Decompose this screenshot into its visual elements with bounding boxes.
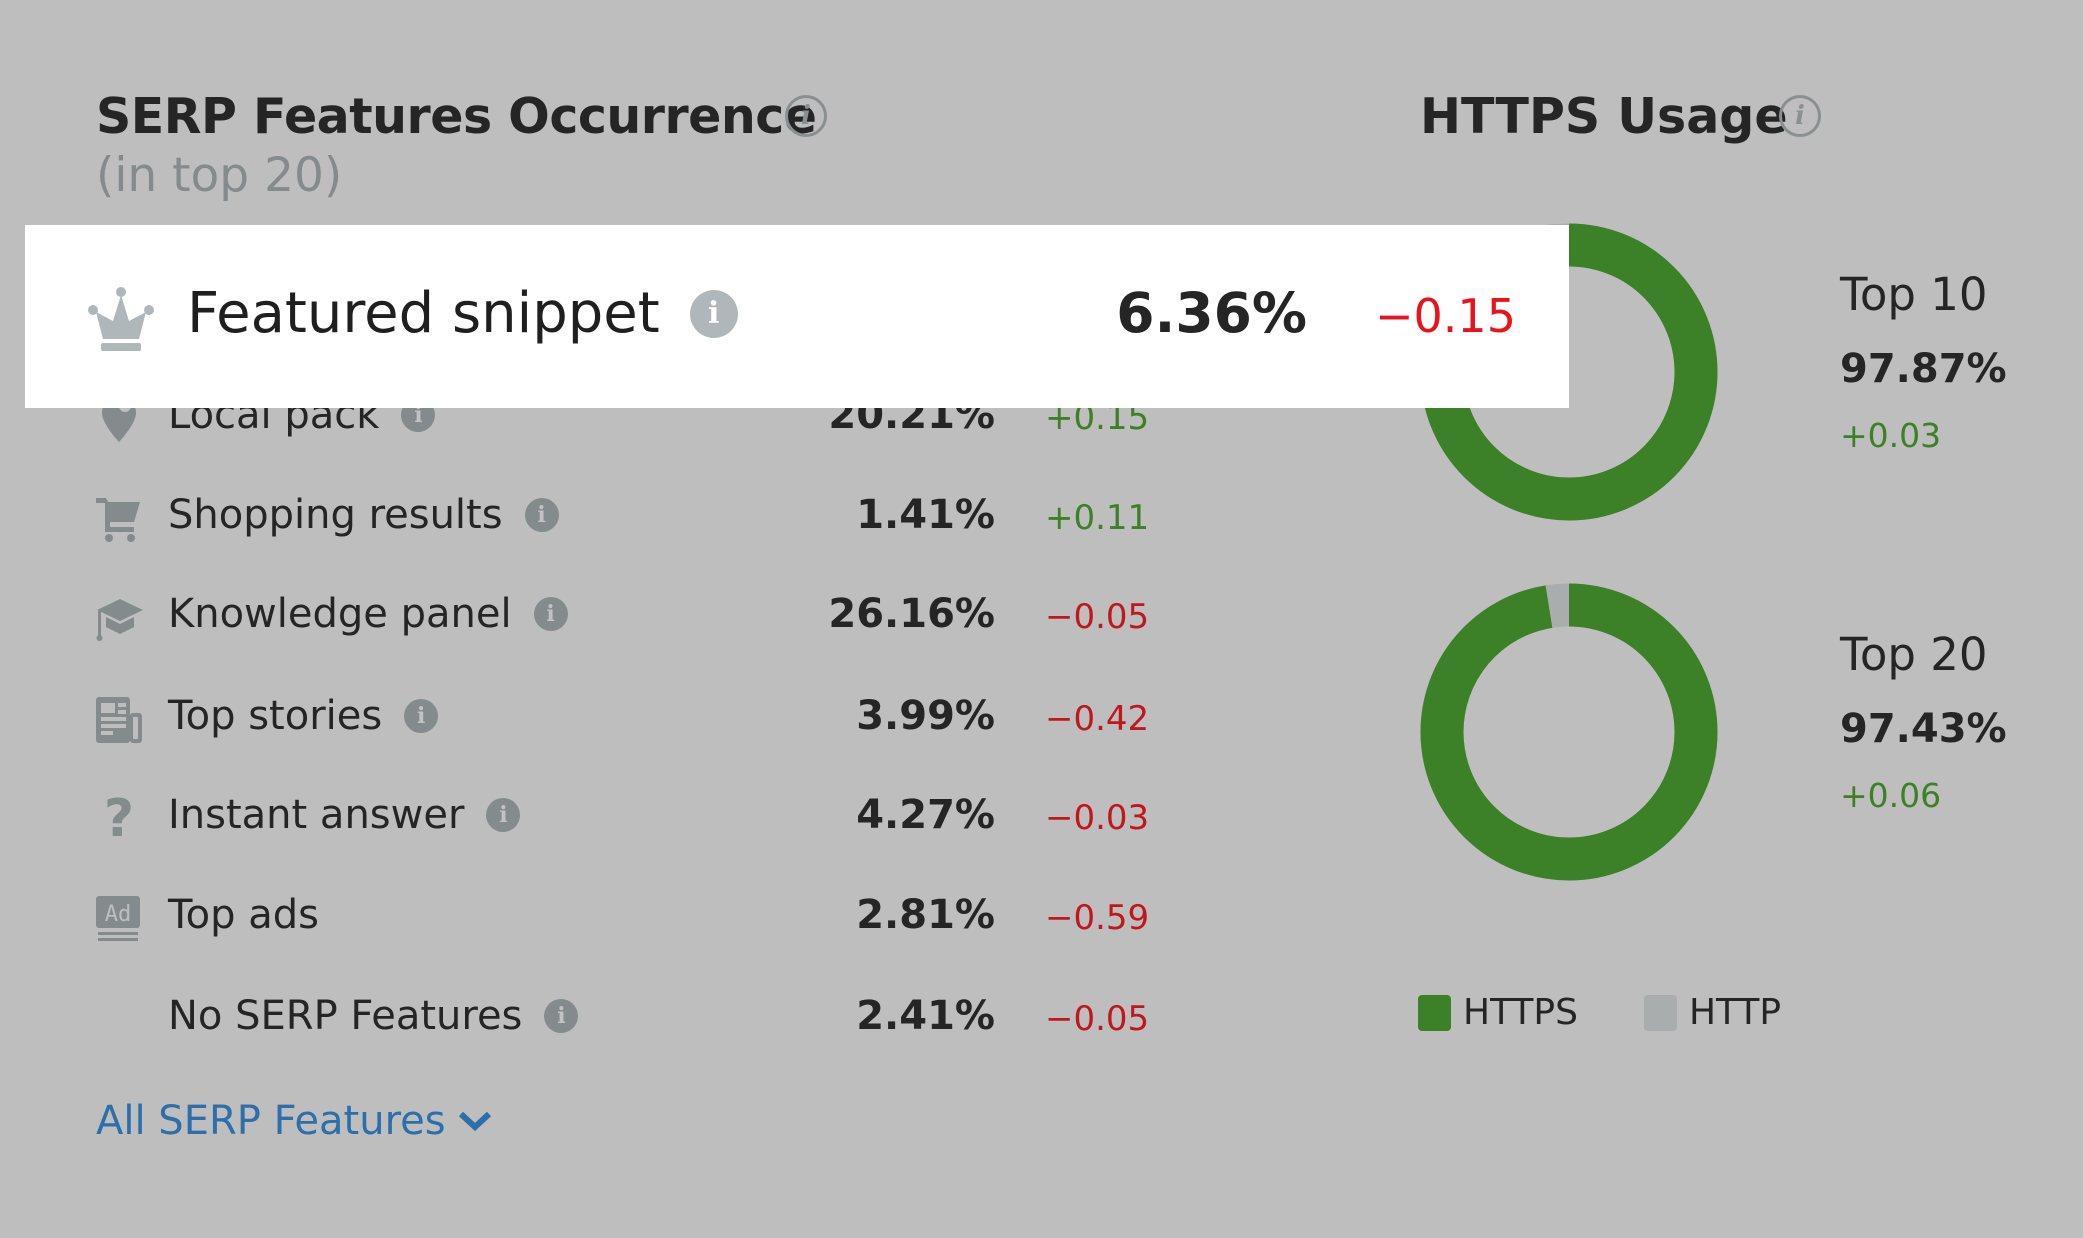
serp-feature-row: Ad Top ads 2.81% −0.59 <box>0 888 1160 948</box>
featured-snippet-info-icon[interactable]: i <box>689 289 738 338</box>
serp-feature-label: Knowledge panel <box>168 591 512 637</box>
serp-info-icon[interactable]: i <box>785 95 827 137</box>
serp-feature-label: Top stories <box>168 693 383 739</box>
serp-feature-row: Shopping results i 1.41% +0.11 <box>0 488 1160 548</box>
serp-feature-delta: −0.03 <box>1045 798 1150 838</box>
info-icon[interactable]: i <box>524 498 559 532</box>
legend-item-https[interactable]: HTTPS <box>1418 992 1578 1033</box>
donut-top10-delta: +0.03 <box>1840 416 1942 455</box>
serp-feature-label-wrap: No SERP Features i <box>168 993 579 1039</box>
legend-swatch-https <box>1418 994 1451 1031</box>
serp-feature-label-wrap: Knowledge panel i <box>168 591 568 637</box>
info-icon[interactable]: i <box>404 699 439 733</box>
serp-feature-delta: +0.11 <box>1045 498 1150 538</box>
serp-feature-value: 4.27% <box>856 792 995 838</box>
legend-label-http: HTTP <box>1688 992 1782 1033</box>
question-mark-icon: ? <box>94 789 144 849</box>
serp-feature-row: Top stories i 3.99% −0.42 <box>0 689 1160 749</box>
featured-snippet-delta: −0.15 <box>1375 289 1516 343</box>
chevron-down-icon <box>458 1111 491 1132</box>
shopping-cart-icon <box>94 494 144 544</box>
serp-feature-label-wrap: Top ads <box>168 892 319 938</box>
serp-feature-label-wrap: Instant answer i <box>168 792 521 838</box>
serp-feature-label: Shopping results <box>168 492 503 538</box>
featured-snippet-label: Featured snippet <box>187 281 660 346</box>
svg-text:Ad: Ad <box>105 902 132 927</box>
all-serp-features-label: All SERP Features <box>96 1098 446 1144</box>
donut-top20-value: 97.43% <box>1840 706 2007 752</box>
crown-icon <box>88 287 154 351</box>
legend-swatch-http <box>1643 994 1677 1031</box>
serp-feature-label: No SERP Features <box>168 993 523 1039</box>
serp-feature-label: Instant answer <box>168 792 465 838</box>
serp-feature-value: 2.41% <box>856 993 995 1039</box>
donut-chart-top20 <box>1420 583 1718 881</box>
https-usage-title: HTTPS Usage <box>1420 88 1788 145</box>
donut-top20-label: Top 20 <box>1840 628 1988 681</box>
serp-feature-label-wrap: Shopping results i <box>168 492 559 538</box>
info-icon[interactable]: i <box>544 999 579 1033</box>
serp-feature-delta: −0.05 <box>1045 597 1150 637</box>
https-info-icon[interactable]: i <box>1779 95 1821 137</box>
serp-feature-row: Knowledge panel i 26.16% −0.05 <box>0 587 1160 647</box>
featured-snippet-row: Featured snippet i 6.36% −0.15 <box>25 225 1569 408</box>
serp-feature-value: 26.16% <box>828 591 995 637</box>
serp-feature-delta: −0.59 <box>1045 898 1150 938</box>
svg-text:?: ? <box>104 794 134 844</box>
info-icon[interactable]: i <box>486 798 521 832</box>
serp-feature-delta: −0.42 <box>1045 699 1150 739</box>
newspaper-icon <box>94 695 144 745</box>
serp-features-title: SERP Features Occurrence <box>96 88 817 145</box>
serp-feature-value: 1.41% <box>856 492 995 538</box>
donut-top10-label: Top 10 <box>1840 268 1988 321</box>
donut-top10-value: 97.87% <box>1840 346 2007 392</box>
legend-label-https: HTTPS <box>1463 992 1578 1033</box>
https-legend: HTTPS HTTP <box>1418 992 1847 1033</box>
ad-icon: Ad <box>94 894 144 944</box>
info-icon[interactable]: i <box>533 597 568 631</box>
featured-snippet-value: 6.36% <box>1116 281 1307 345</box>
serp-feature-delta: −0.05 <box>1045 999 1150 1039</box>
donut-https-segment <box>1420 583 1718 881</box>
donut-top20: Top 20 97.43% +0.06 <box>1415 578 2035 898</box>
serp-feature-label-wrap: Top stories i <box>168 693 439 739</box>
serp-feature-label: Top ads <box>168 892 319 938</box>
serp-feature-row: ? Instant answer i 4.27% −0.03 <box>0 788 1160 849</box>
serp-features-subtitle: (in top 20) <box>96 148 343 203</box>
donut-top20-delta: +0.06 <box>1840 776 1942 815</box>
featured-snippet-label-wrap: Featured snippet i <box>187 281 738 346</box>
serp-feature-value: 2.81% <box>856 892 995 938</box>
serp-feature-value: 3.99% <box>856 693 995 739</box>
legend-item-http[interactable]: HTTP <box>1643 992 1782 1033</box>
serp-feature-row: No SERP Features i 2.41% −0.05 <box>0 989 1160 1049</box>
graduation-cap-icon <box>94 593 144 643</box>
all-serp-features-link[interactable]: All SERP Features <box>96 1098 492 1144</box>
